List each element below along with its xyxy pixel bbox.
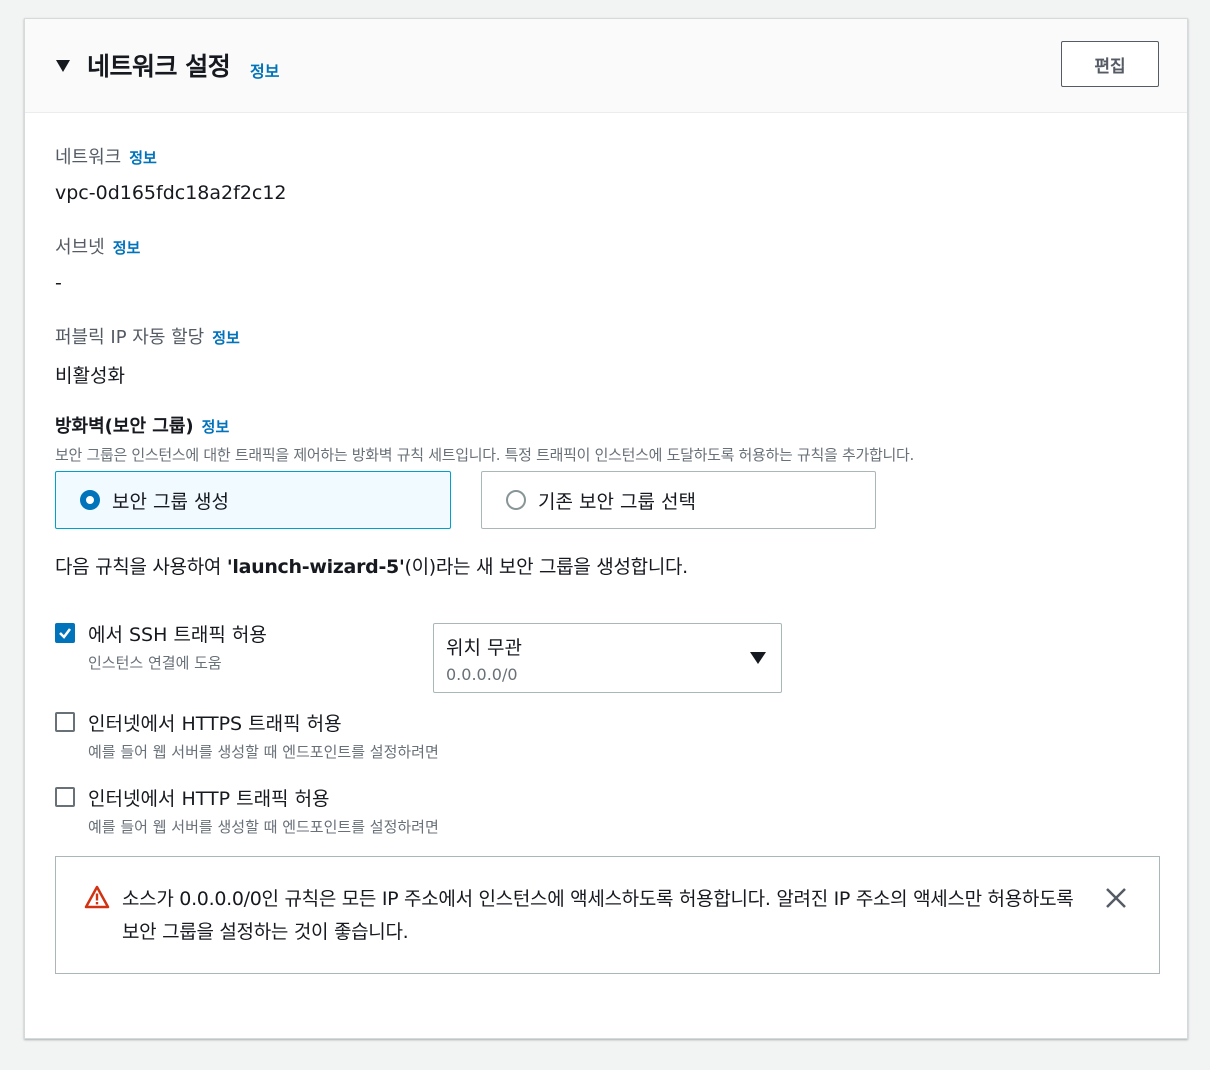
firewall-info-link[interactable]: 정보 — [202, 418, 230, 436]
public-ip-label-text: 퍼블릭 IP 자동 할당 — [55, 327, 205, 348]
ssh-checkbox[interactable] — [55, 623, 75, 643]
ssh-source-cidr: 0.0.0.0/0 — [446, 665, 518, 684]
subnet-label: 서브넷 정보 — [55, 233, 140, 259]
ssh-rule-label: 에서 SSH 트래픽 허용 — [88, 624, 267, 646]
create-security-group-tile[interactable]: 보안 그룹 생성 — [55, 471, 451, 529]
dropdown-caret-icon — [750, 652, 766, 664]
rule-text-prefix: 다음 규칙을 사용하여 — [55, 556, 227, 578]
network-label-text: 네트워크 — [55, 147, 122, 168]
ssh-source-label: 위치 무관 — [446, 637, 522, 659]
http-checkbox[interactable] — [55, 787, 75, 807]
https-rule-description: 예를 들어 웹 서버를 생성할 때 엔드포인트를 설정하려면 — [88, 743, 439, 761]
network-value: vpc-0d165fdc18a2f2c12 — [55, 182, 287, 204]
https-rule-label: 인터넷에서 HTTPS 트래픽 허용 — [88, 713, 342, 735]
subnet-info-link[interactable]: 정보 — [113, 239, 141, 257]
new-group-description: 다음 규칙을 사용하여 'launch-wizard-5'(이)라는 새 보안 … — [55, 552, 688, 579]
network-settings-panel: 네트워크 설정 정보 편집 네트워크 정보 vpc-0d165fdc18a2f2c… — [24, 18, 1188, 1039]
subnet-label-text: 서브넷 — [55, 237, 105, 258]
panel-header: 네트워크 설정 정보 편집 — [25, 19, 1187, 113]
select-existing-group-label: 기존 보안 그룹 선택 — [538, 491, 696, 513]
select-existing-group-radio[interactable] — [506, 490, 526, 510]
subnet-value: - — [55, 272, 62, 294]
warning-alert-text: 소스가 0.0.0.0/0인 규칙은 모든 IP 주소에서 인스턴스에 액세스하… — [122, 888, 1074, 943]
firewall-title: 방화벽(보안 그룹) 정보 — [55, 412, 229, 438]
public-ip-info-link[interactable]: 정보 — [212, 329, 240, 347]
https-checkbox[interactable] — [55, 712, 75, 732]
http-rule-description: 예를 들어 웹 서버를 생성할 때 엔드포인트를 설정하려면 — [88, 818, 439, 836]
security-group-name: 'launch-wizard-5' — [226, 556, 405, 578]
create-security-group-label: 보안 그룹 생성 — [112, 491, 229, 513]
public-ip-value: 비활성화 — [55, 365, 125, 387]
edit-button[interactable]: 편집 — [1061, 41, 1159, 87]
caret-down-icon[interactable] — [55, 59, 71, 73]
create-security-group-radio[interactable] — [80, 490, 100, 510]
ssh-rule-description: 인스턴스 연결에 도움 — [88, 654, 222, 672]
checkmark-icon — [59, 628, 71, 639]
section-title: 네트워크 설정 — [87, 52, 231, 81]
rule-text-suffix: (이)라는 새 보안 그룹을 생성합니다. — [404, 556, 688, 578]
network-label: 네트워크 정보 — [55, 143, 157, 169]
header-info-link[interactable]: 정보 — [250, 58, 279, 82]
firewall-description: 보안 그룹은 인스턴스에 대한 트래픽을 제어하는 방화벽 규칙 세트입니다. … — [55, 446, 914, 464]
select-existing-group-tile[interactable]: 기존 보안 그룹 선택 — [481, 471, 876, 529]
close-icon[interactable] — [1105, 887, 1127, 909]
warning-alert: 소스가 0.0.0.0/0인 규칙은 모든 IP 주소에서 인스턴스에 액세스하… — [55, 856, 1160, 974]
public-ip-label: 퍼블릭 IP 자동 할당 정보 — [55, 323, 240, 349]
network-info-link[interactable]: 정보 — [129, 149, 157, 167]
warning-icon — [84, 885, 110, 909]
firewall-title-text: 방화벽(보안 그룹) — [55, 416, 194, 437]
http-rule-label: 인터넷에서 HTTP 트래픽 허용 — [88, 788, 330, 810]
ssh-source-select[interactable]: 위치 무관 0.0.0.0/0 — [433, 623, 782, 693]
